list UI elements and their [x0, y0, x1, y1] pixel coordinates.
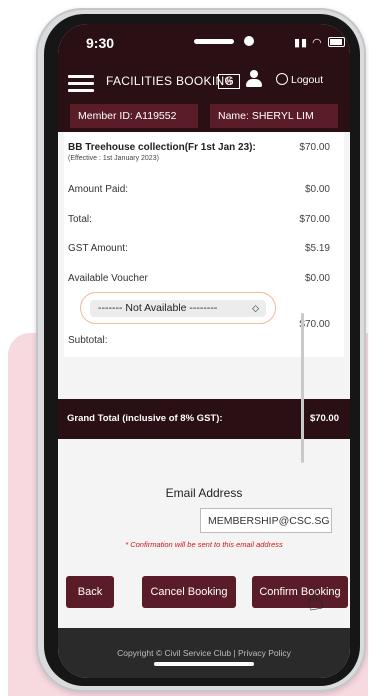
- effective-date: (Effective : 1st January 2023): [68, 155, 159, 162]
- user-profile-icon[interactable]: [246, 70, 262, 88]
- member-id: Member ID: A119552: [70, 104, 198, 128]
- voucher-select[interactable]: ------- Not Available -------- ◇: [90, 300, 266, 317]
- member-name: Name: SHERYL LIM: [210, 104, 338, 128]
- signal-wifi-icon: ▮▮ ◠: [294, 37, 323, 49]
- back-button[interactable]: Back: [66, 576, 114, 608]
- subtotal-label: Subtotal:: [68, 335, 108, 346]
- grand-total-bar: Grand Total (inclusive of 8% GST): $70.0…: [58, 399, 350, 439]
- grand-total-label: Grand Total (inclusive of 8% GST):: [67, 413, 223, 424]
- total-value: $70.00: [299, 214, 330, 225]
- amount-paid-label: Amount Paid:: [68, 184, 129, 195]
- battery-icon: [328, 37, 345, 47]
- notch-camera: [244, 36, 254, 46]
- discount-icon[interactable]: %: [218, 74, 240, 89]
- app-title: FACILITIES BOOKING: [106, 74, 235, 88]
- cancel-booking-button[interactable]: Cancel Booking: [142, 576, 236, 608]
- amount-paid-value: $0.00: [304, 184, 330, 195]
- scrollbar[interactable]: [301, 313, 304, 463]
- confirm-booking-button[interactable]: Confirm Booking: [252, 576, 348, 608]
- notch-speaker: [194, 39, 234, 44]
- hamburger-menu-icon[interactable]: [68, 73, 94, 93]
- total-label: Total:: [68, 214, 92, 225]
- app-header: FACILITIES BOOKING % Logout: [58, 62, 350, 102]
- footer: Copyright © Civil Service Club | Privacy…: [58, 628, 350, 678]
- voucher-value: $0.00: [304, 273, 330, 284]
- item-price: $70.00: [299, 142, 330, 153]
- logout-button[interactable]: Logout: [276, 73, 323, 86]
- footer-text: Copyright © Civil Service Club | Privacy…: [117, 648, 291, 658]
- item-label: BB Treehouse collection(Fr 1st Jan 23):: [68, 142, 256, 153]
- chevron-updown-icon: ◇: [252, 303, 259, 313]
- voucher-select-highlight: ------- Not Available -------- ◇: [80, 292, 276, 324]
- member-bar: Member ID: A119552 Name: SHERYL LIM: [58, 102, 350, 132]
- phone-screen: 9:30 ▮▮ ◠ FACILITIES BOOKING % Logout Me…: [58, 24, 350, 678]
- logout-label: Logout: [291, 74, 324, 86]
- status-time: 9:30: [86, 35, 115, 51]
- voucher-selected-option: ------- Not Available --------: [98, 302, 218, 314]
- confirmation-note: * Confirmation will be sent to this emai…: [125, 540, 283, 549]
- gst-value: $5.19: [304, 243, 330, 254]
- grand-total-value: $70.00: [309, 413, 339, 424]
- email-label: Email Address: [165, 486, 243, 500]
- gst-label: GST Amount:: [68, 243, 128, 254]
- power-icon: [276, 73, 288, 85]
- status-bar: 9:30 ▮▮ ◠: [58, 24, 350, 62]
- home-indicator: [154, 662, 254, 666]
- voucher-label: Available Voucher: [68, 273, 148, 284]
- email-input[interactable]: MEMBERSHIP@CSC.SG: [200, 508, 332, 533]
